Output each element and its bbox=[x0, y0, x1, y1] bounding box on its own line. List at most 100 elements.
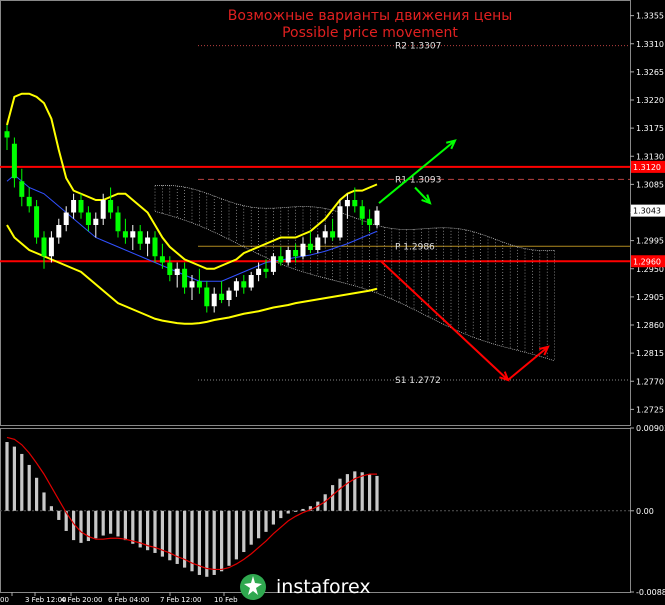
macd-histogram-bar bbox=[123, 510, 127, 541]
candle-body bbox=[256, 268, 262, 275]
candle-body bbox=[159, 256, 165, 263]
candle-body bbox=[307, 243, 313, 250]
candle-body bbox=[248, 275, 254, 288]
y-tick-label: 1.3085 bbox=[636, 180, 664, 189]
candle-body bbox=[300, 243, 306, 257]
candle-body bbox=[315, 237, 321, 250]
candle-body bbox=[145, 237, 151, 244]
macd-histogram-bar bbox=[116, 510, 120, 537]
candle-body bbox=[56, 225, 62, 238]
x-tick-label: 7 Feb 12:00 bbox=[160, 596, 201, 604]
y-tick-label: 1.2770 bbox=[636, 377, 664, 386]
macd-histogram-bar bbox=[212, 510, 216, 575]
y-tick-label: 1.3130 bbox=[636, 152, 664, 161]
candle-body bbox=[352, 200, 358, 207]
macd-histogram-bar bbox=[294, 510, 298, 512]
candle-body bbox=[41, 237, 47, 257]
candle-body bbox=[211, 293, 217, 307]
candle-body bbox=[130, 231, 136, 238]
forecast-arrow-rebound bbox=[507, 346, 549, 381]
candle-body bbox=[167, 262, 173, 275]
macd-histogram-bar bbox=[94, 510, 98, 539]
watermark: instaforex bbox=[238, 572, 371, 602]
candle-body bbox=[293, 250, 299, 257]
macd-histogram-bar bbox=[375, 475, 379, 511]
macd-histogram-bar bbox=[345, 474, 349, 511]
macd-histogram-bar bbox=[234, 510, 238, 560]
macd-histogram-bar bbox=[138, 510, 142, 548]
candle-body bbox=[137, 231, 143, 244]
candle-body bbox=[196, 281, 202, 288]
candle-body bbox=[219, 293, 225, 300]
candle-body bbox=[189, 281, 195, 288]
y-tick-label: 1.3355 bbox=[636, 12, 664, 21]
x-tick-label: 4 Feb 20:00 bbox=[61, 596, 102, 604]
x-tick-label: 00 bbox=[0, 596, 9, 604]
candle-body bbox=[4, 131, 10, 138]
macd-histogram-bar bbox=[279, 510, 283, 519]
candle-body bbox=[78, 200, 84, 213]
macd-histogram-bar bbox=[338, 478, 342, 511]
macd-histogram-bar bbox=[49, 506, 53, 511]
pivot-label-s1: S1 1.2772 bbox=[395, 376, 441, 386]
macd-tick-label: -0.00886 bbox=[636, 588, 665, 597]
candle-body bbox=[285, 250, 291, 263]
price-label-text: 1.2960 bbox=[633, 257, 661, 266]
chart-subtitle: Possible price movement bbox=[282, 25, 458, 41]
macd-histogram-bar bbox=[101, 510, 105, 536]
candle-body bbox=[100, 200, 106, 219]
macd-histogram-bar bbox=[286, 510, 290, 514]
y-tick-label: 1.2725 bbox=[636, 405, 664, 414]
candle-body bbox=[85, 212, 91, 225]
macd-histogram-bar bbox=[5, 442, 9, 511]
macd-histogram-bar bbox=[368, 474, 372, 511]
candle-body bbox=[359, 206, 365, 219]
candle-body bbox=[278, 256, 284, 263]
macd-tick-label: 0.00903 bbox=[636, 424, 665, 433]
pivot-label-r2: R2 1.3307 bbox=[395, 42, 441, 52]
macd-histogram-bar bbox=[220, 510, 224, 572]
macd-histogram-bar bbox=[360, 472, 364, 511]
y-tick-label: 1.3310 bbox=[636, 40, 664, 49]
macd-histogram-bar bbox=[331, 485, 335, 511]
candle-body bbox=[367, 218, 373, 225]
macd-histogram-bar bbox=[35, 477, 39, 511]
main-panel-frame bbox=[0, 0, 631, 426]
macd-tick-label: 0.00 bbox=[636, 507, 654, 516]
candle-body bbox=[93, 218, 99, 225]
candle-body bbox=[374, 210, 380, 225]
macd-histogram-bar bbox=[20, 453, 24, 511]
price-label-text: 1.3120 bbox=[633, 163, 661, 172]
macd-histogram-bar bbox=[146, 510, 150, 551]
y-tick-label: 1.3265 bbox=[636, 68, 664, 77]
macd-histogram-bar bbox=[242, 510, 246, 553]
macd-histogram-bar bbox=[301, 508, 305, 511]
forecast-arrow-up bbox=[378, 139, 456, 204]
y-tick-label: 1.3175 bbox=[636, 124, 664, 133]
candle-body bbox=[337, 206, 343, 238]
candle-body bbox=[71, 200, 77, 213]
candle-body bbox=[63, 212, 69, 225]
candle-body bbox=[152, 237, 158, 257]
candle-body bbox=[233, 281, 239, 291]
macd-histogram-bar bbox=[79, 510, 83, 543]
x-tick-label: 6 Feb 04:00 bbox=[108, 596, 149, 604]
candle-body bbox=[344, 200, 350, 207]
macd-histogram-bar bbox=[131, 510, 135, 544]
forecast-arrow-down bbox=[380, 260, 509, 381]
chart-title: Возможные варианты движения цены bbox=[227, 8, 513, 24]
y-tick-label: 1.2815 bbox=[636, 349, 664, 358]
instaforex-logo-icon bbox=[240, 574, 266, 600]
macd-histogram-bar bbox=[353, 471, 357, 511]
candle-body bbox=[34, 206, 40, 238]
macd-histogram-bar bbox=[264, 510, 268, 532]
macd-histogram-bar bbox=[249, 510, 253, 545]
candle-body bbox=[174, 268, 180, 275]
candle-body bbox=[241, 281, 247, 288]
watermark-text: instaforex bbox=[276, 576, 371, 598]
candle-body bbox=[226, 290, 232, 300]
macd-histogram-bar bbox=[109, 510, 113, 534]
candle-body bbox=[204, 287, 210, 307]
candle-body bbox=[182, 268, 188, 288]
bollinger-upper-line bbox=[6, 92, 378, 270]
